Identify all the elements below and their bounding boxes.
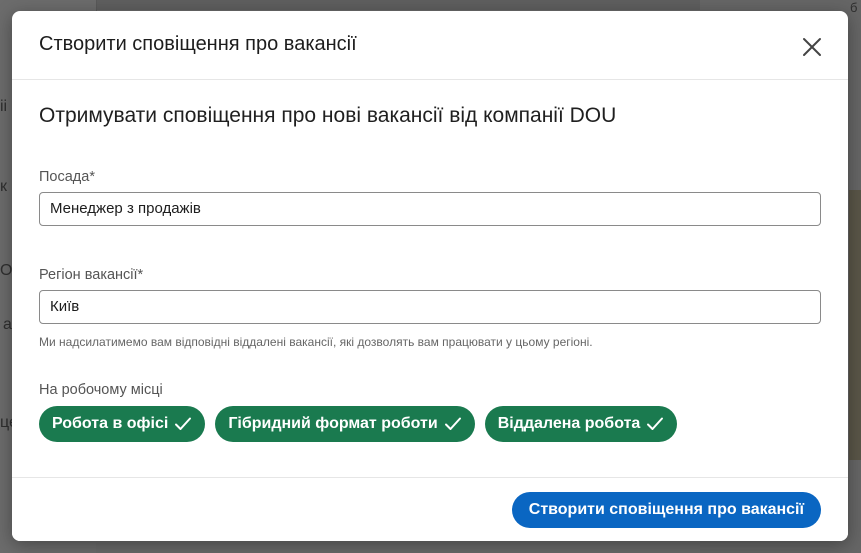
check-icon	[646, 416, 664, 432]
create-alert-button[interactable]: Створити сповіщення про вакансії	[511, 492, 821, 528]
dialog-title: Створити сповіщення про вакансії	[39, 33, 357, 55]
workplace-option-office[interactable]: Робота в офісі	[39, 406, 206, 442]
workplace-label: На робочому місці	[39, 382, 163, 398]
dialog-body: Отримувати сповіщення про нові вакансії …	[12, 80, 848, 478]
position-label: Посада*	[39, 169, 95, 185]
region-input[interactable]: Київ	[39, 290, 821, 324]
background-text-fragment: к	[0, 178, 7, 195]
job-alert-dialog: Створити сповіщення про вакансії Отримув…	[12, 11, 848, 541]
workplace-option-hybrid[interactable]: Гібридний формат роботи	[215, 406, 475, 442]
dialog-subtitle: Отримувати сповіщення про нові вакансії …	[39, 104, 617, 127]
pill-label: Робота в офісі	[52, 415, 169, 432]
background-text-fragment: іі	[0, 98, 8, 115]
workplace-options: Робота в офісі Гібридний формат роботи В…	[39, 406, 678, 442]
close-icon	[803, 38, 821, 56]
region-hint: Ми надсилатимемо вам відповідні віддален…	[39, 335, 593, 349]
workplace-option-remote[interactable]: Віддалена робота	[484, 406, 678, 442]
dialog-header: Створити сповіщення про вакансії	[12, 11, 848, 80]
pill-label: Гібридний формат роботи	[228, 415, 438, 432]
region-label: Регіон вакансії*	[39, 267, 144, 283]
background-image	[849, 190, 861, 460]
background-text-fragment: а	[3, 316, 12, 333]
check-icon	[444, 416, 462, 432]
close-button[interactable]	[796, 31, 828, 63]
position-input[interactable]: Менеджер з продажів	[39, 192, 821, 226]
dialog-footer: Створити сповіщення про вакансії	[12, 477, 848, 541]
background-bottom	[96, 540, 700, 553]
background-text-fragment: б	[850, 0, 858, 15]
pill-label: Віддалена робота	[497, 415, 641, 432]
check-icon	[174, 416, 192, 432]
